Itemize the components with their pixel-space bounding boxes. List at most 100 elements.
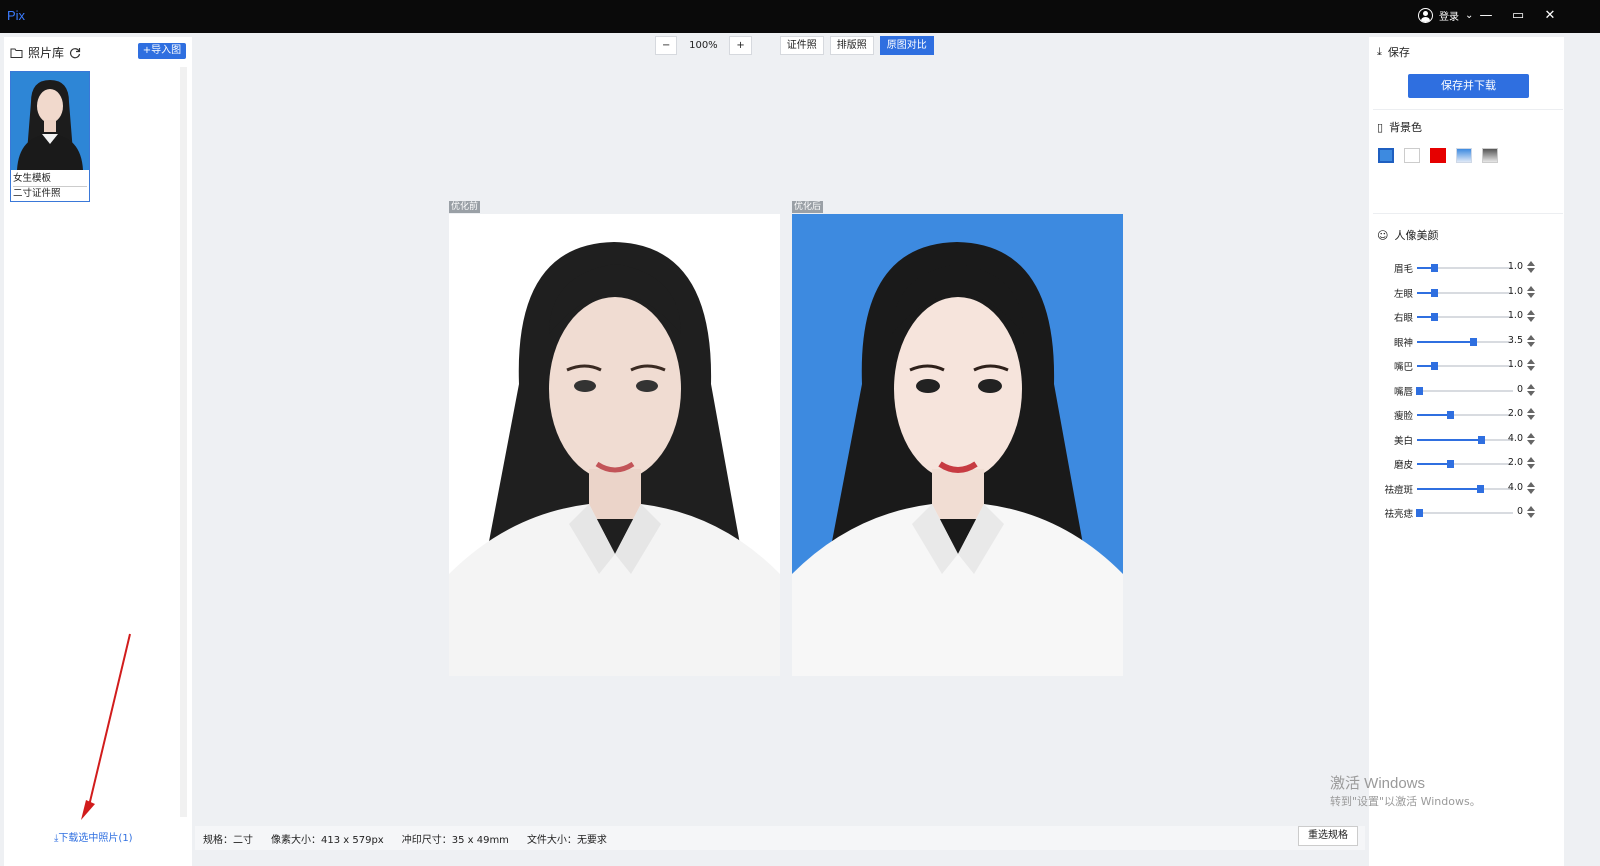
slider-value: 4.0 — [1507, 432, 1523, 444]
zoom-out-button[interactable]: − — [655, 36, 678, 55]
slider-track[interactable] — [1417, 337, 1513, 346]
download-selected-link[interactable]: ⤓下载选中照片(1) — [54, 829, 133, 844]
bg-swatch-blue[interactable] — [1378, 148, 1394, 163]
slider-value: 3.5 — [1507, 334, 1523, 346]
tab-compare[interactable]: 原图对比 — [879, 36, 934, 55]
slider-fill — [1417, 463, 1450, 465]
slider-value: 1.0 — [1507, 285, 1523, 297]
beauty-section-title: ☺ 人像美颜 — [1377, 228, 1439, 243]
divider — [1373, 213, 1563, 214]
slider-track[interactable] — [1415, 386, 1513, 395]
slider-track[interactable] — [1417, 288, 1513, 297]
slider-row: 祛亮痣 0 — [1375, 506, 1555, 520]
app-logo: Pix — [7, 8, 26, 23]
slider-value: 1.0 — [1507, 359, 1523, 370]
slider-row: 右眼 1.0 — [1375, 310, 1555, 324]
thumbnail-name: 女生模板 — [13, 172, 87, 187]
folder-icon — [10, 48, 23, 58]
photo-thumbnail-card[interactable]: 女生模板 二寸证件照 — [10, 71, 90, 202]
slider-label: 瘦脸 — [1393, 411, 1413, 422]
slider-label: 右眼 — [1393, 313, 1413, 324]
slider-handle[interactable] — [1431, 313, 1439, 321]
chevron-down-icon[interactable]: ⌄ — [1465, 10, 1473, 21]
download-selected-label: 下载选中照片(1) — [58, 833, 133, 844]
value-stepper[interactable] — [1527, 432, 1535, 447]
slider-row: 眼神 3.5 — [1375, 334, 1555, 349]
print-size-info: 冲印尺寸：35 x 49mm — [401, 834, 509, 846]
slider-fill — [1417, 487, 1481, 490]
slider-value: 1.0 — [1507, 310, 1523, 321]
slider-value: 2.0 — [1507, 408, 1523, 419]
tab-id-photo[interactable]: 证件照 — [779, 36, 824, 55]
windows-activation-title: 激活 Windows — [1330, 775, 1426, 792]
slider-label: 嘴唇 — [1393, 386, 1413, 398]
slider-value: 2.0 — [1507, 457, 1523, 468]
refresh-icon[interactable] — [69, 47, 81, 59]
slider-handle[interactable] — [1446, 460, 1454, 468]
slider-row: 美白 4.0 — [1375, 432, 1555, 447]
pixel-size-info: 像素大小：413 x 579px — [271, 834, 384, 846]
slider-fill — [1417, 438, 1482, 441]
slider-track[interactable] — [1417, 411, 1513, 419]
import-photo-button[interactable]: +导入图片 — [138, 43, 186, 72]
bg-swatch-red[interactable] — [1430, 148, 1446, 163]
before-photo — [449, 214, 780, 676]
user-menu[interactable]: 登录 ⌄ — [1418, 8, 1473, 23]
zoom-in-button[interactable]: + — [729, 36, 752, 55]
value-stepper[interactable] — [1527, 334, 1535, 349]
slider-label: 眉毛 — [1393, 264, 1413, 275]
slider-value: 1.0 — [1507, 261, 1523, 272]
slider-handle[interactable] — [1415, 386, 1423, 395]
slider-track[interactable] — [1417, 313, 1513, 321]
slider-handle[interactable] — [1477, 484, 1485, 493]
slider-handle[interactable] — [1431, 264, 1439, 272]
library-scrollbar[interactable] — [180, 67, 187, 817]
slider-track[interactable] — [1417, 435, 1513, 444]
value-stepper[interactable] — [1527, 383, 1535, 398]
value-stepper[interactable] — [1527, 260, 1535, 275]
minimize-button[interactable]: — — [1476, 6, 1496, 26]
reselect-spec-button[interactable]: 重选规格 — [1298, 826, 1358, 846]
value-stepper[interactable] — [1527, 407, 1535, 422]
slider-label: 嘴巴 — [1393, 362, 1413, 373]
slider-track[interactable] — [1417, 362, 1513, 370]
photo-thumbnail[interactable] — [11, 72, 89, 170]
slider-row: 祛痘斑 4.0 — [1375, 481, 1555, 496]
slider-value: 4.0 — [1507, 481, 1523, 493]
maximize-button[interactable]: ▭ — [1508, 6, 1528, 26]
slider-track[interactable] — [1415, 509, 1513, 517]
bg-swatch-blue-gradient[interactable] — [1456, 148, 1472, 163]
slider-track[interactable] — [1417, 484, 1513, 493]
value-stepper[interactable] — [1527, 358, 1535, 373]
login-label[interactable]: 登录 — [1439, 8, 1459, 23]
slider-track[interactable] — [1417, 460, 1513, 468]
slider-handle[interactable] — [1431, 288, 1439, 297]
value-stepper[interactable] — [1527, 309, 1535, 324]
file-size-info: 文件大小：无要求 — [526, 834, 607, 846]
bg-swatch-gray-gradient[interactable] — [1482, 148, 1498, 163]
divider — [1373, 109, 1563, 110]
download-icon: ⤓ — [1377, 45, 1382, 58]
value-stepper[interactable] — [1527, 481, 1535, 496]
value-stepper[interactable] — [1527, 505, 1535, 520]
value-stepper[interactable] — [1527, 456, 1535, 471]
slider-handle[interactable] — [1469, 337, 1477, 346]
close-button[interactable]: ✕ — [1540, 6, 1560, 26]
before-label: 优化前 — [449, 201, 481, 213]
slider-row: 左眼 1.0 — [1375, 285, 1555, 300]
slider-track[interactable] — [1417, 264, 1513, 272]
save-download-button[interactable]: 保存并下载 — [1408, 74, 1529, 98]
tab-layout[interactable]: 排版照 — [829, 36, 874, 55]
value-stepper[interactable] — [1527, 285, 1535, 300]
view-toolbar: − 100% + 证件照 排版照 原图对比 — [655, 36, 934, 55]
bg-swatch-white[interactable] — [1404, 148, 1420, 163]
slider-handle[interactable] — [1478, 435, 1486, 444]
title-bar: Pix 登录 ⌄ — ▭ ✕ — [0, 0, 1600, 33]
library-title: 照片库 — [28, 46, 65, 60]
slider-handle[interactable] — [1446, 411, 1454, 419]
slider-handle[interactable] — [1415, 509, 1423, 517]
slider-row: 嘴巴 1.0 — [1375, 359, 1555, 373]
save-section-title: ⤓ 保存 — [1377, 45, 1410, 59]
library-header: 照片库 — [10, 44, 81, 61]
slider-handle[interactable] — [1431, 362, 1439, 370]
